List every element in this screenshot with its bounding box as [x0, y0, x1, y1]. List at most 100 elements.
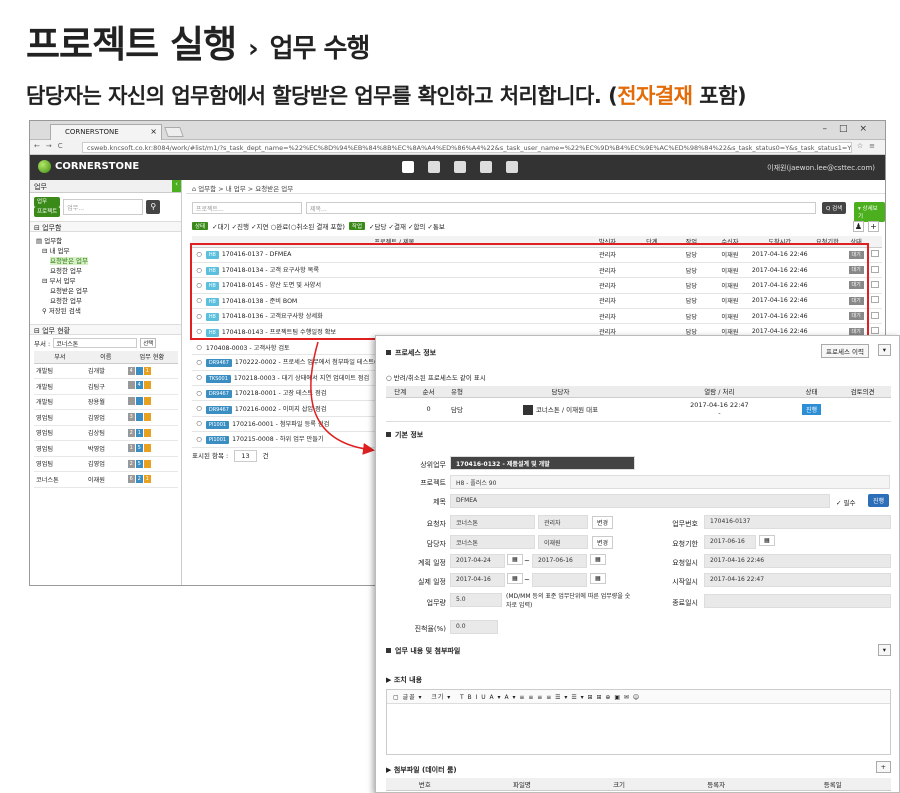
progress-button[interactable]: 진행	[868, 494, 890, 507]
user-icon[interactable]: ♟	[853, 221, 864, 232]
bar-pending[interactable]: 4	[127, 366, 135, 375]
chevron-down-icon[interactable]: ▾	[877, 644, 891, 656]
detail-icon[interactable]	[871, 265, 880, 273]
calendar-icon[interactable]: ▦	[507, 573, 523, 584]
detail-icon[interactable]	[871, 327, 880, 335]
add-icon[interactable]: +	[868, 221, 879, 232]
row-check[interactable]: ○	[192, 400, 206, 417]
window-controls[interactable]: –□×	[822, 124, 879, 134]
calendar-icon[interactable]: ▦	[759, 535, 775, 546]
bar-delayed[interactable]	[143, 396, 151, 405]
font-select[interactable]: 글꼴	[403, 694, 416, 701]
status-row[interactable]: 영업팀 김영업 3	[34, 409, 178, 426]
col-header[interactable]	[868, 236, 882, 248]
title-field[interactable]: DFMEA	[450, 494, 830, 508]
progress-rate-field[interactable]: 0.0	[450, 620, 498, 634]
search-button[interactable]: Q 검색	[822, 202, 847, 214]
bar-progress[interactable]	[135, 366, 143, 375]
bar-pending[interactable]: 3	[127, 413, 135, 422]
new-tab-button[interactable]	[164, 127, 184, 137]
share-icon[interactable]	[454, 161, 466, 173]
bar-pending[interactable]: 2	[127, 459, 135, 468]
actual-start-field[interactable]: 2017-04-16	[450, 573, 505, 587]
tree-item[interactable]: 요청한 업무	[36, 296, 175, 306]
advanced-search-button[interactable]: ▾ 상세보기	[854, 202, 885, 222]
status-row[interactable]: 개발팀 장용월	[34, 394, 178, 410]
status-row[interactable]: 영업팀 김상팀 2 1	[34, 425, 178, 441]
browser-tab[interactable]: CORNERSTONE ×	[50, 124, 162, 140]
bar-pending[interactable]: 1	[127, 444, 135, 453]
bar-pending[interactable]	[127, 396, 135, 405]
bar-progress[interactable]: 5	[135, 444, 143, 453]
tree-item[interactable]: 요청한 업무	[36, 266, 175, 276]
parent-task-field[interactable]: 170416-0132 - 제품설계 및 개발	[450, 456, 635, 470]
deadline-field[interactable]: 2017-06-16	[704, 535, 756, 549]
workload-field[interactable]: 5.0	[450, 593, 502, 607]
chart-icon[interactable]	[480, 161, 492, 173]
row-check[interactable]: ○	[192, 354, 206, 371]
tree-item[interactable]: 요청받은 업무	[36, 286, 175, 296]
editor-toolbar[interactable]: ▢ 글꼴 ▾ 크기 ▾ T B I U A ▾ A ▾ ≡ ≡ ≡ ≡ ☰ ▾ …	[387, 690, 890, 704]
bar-progress[interactable]	[135, 413, 143, 422]
url-field[interactable]: csweb.kncsoft.co.kr:8084/work/#list/m1/?…	[82, 142, 852, 153]
detail-icon[interactable]	[871, 250, 880, 258]
tree-item[interactable]: ▤ 업무함	[36, 236, 175, 246]
assignee-field[interactable]: 코너스톤	[450, 535, 535, 549]
left-search-input[interactable]: 업무...	[63, 199, 144, 215]
tree-item-selected[interactable]: 요청받은 업무	[36, 256, 175, 266]
actual-end-field[interactable]	[532, 573, 587, 587]
change-assignee-button[interactable]: 변경	[592, 536, 614, 549]
search-icon[interactable]: ⚲	[146, 200, 161, 214]
type-checkboxes[interactable]: ✓담당 ✓결재 ✓합의 ✓통보	[369, 221, 445, 231]
calendar-icon[interactable]: ▦	[507, 554, 523, 565]
process-history-button[interactable]: 프로세스 이력	[821, 344, 869, 358]
nav-buttons-icon[interactable]: ←→C	[34, 142, 69, 150]
project-select[interactable]: H8 - 플러스 90	[450, 475, 890, 489]
bar-delayed[interactable]	[143, 413, 151, 422]
row-check[interactable]: ○	[192, 370, 206, 387]
row-check[interactable]: ○	[192, 431, 206, 448]
tree-item[interactable]: ⚲ 저장된 검색	[36, 306, 175, 316]
detail-icon[interactable]	[871, 311, 880, 319]
bar-pending[interactable]: 6	[127, 475, 135, 484]
required-check[interactable]: ✓ 필수	[836, 497, 855, 507]
row-check[interactable]: ○	[192, 385, 206, 402]
bar-progress[interactable]	[135, 396, 143, 405]
bar-delayed[interactable]: 1	[143, 366, 151, 375]
show-cancel-checkbox[interactable]: ○ 반려/취소된 프로세스도 같이 표시	[386, 372, 486, 382]
dept-select-button[interactable]: 선택	[140, 338, 157, 348]
status-row[interactable]: 영업팀 김영업 2 5	[34, 456, 178, 472]
change-requester-button[interactable]: 변경	[592, 516, 614, 529]
plan-start-field[interactable]: 2017-04-24	[450, 554, 505, 568]
status-row[interactable]: 영업팀 박영업 1 5	[34, 440, 178, 457]
process-row[interactable]: 0 담당 코너스톤 / 이재원 대표 2017-04-16 22:47- 진행	[386, 397, 891, 422]
bar-delayed[interactable]	[143, 428, 151, 437]
bookmark-icon[interactable]: ☆≡	[857, 142, 881, 150]
add-attachment-icon[interactable]: +	[875, 761, 891, 773]
size-select[interactable]: 크기	[431, 694, 444, 701]
calendar-icon[interactable]: ▦	[590, 554, 606, 565]
action-editor[interactable]: ▢ 글꼴 ▾ 크기 ▾ T B I U A ▾ A ▾ ≡ ≡ ≡ ≡ ☰ ▾ …	[386, 689, 891, 755]
app-logo[interactable]: CORNERSTONE	[38, 160, 139, 173]
bar-delayed[interactable]	[143, 444, 151, 453]
status-row[interactable]: 개발팀 김개발 4 1	[34, 363, 178, 379]
dept-field[interactable]: 코너스톤	[53, 338, 138, 348]
org-icon[interactable]	[506, 161, 518, 173]
bar-progress[interactable]: 1	[135, 428, 143, 437]
bar-progress[interactable]: 4	[135, 381, 143, 390]
tree-item[interactable]: ⊟ 내 업무	[36, 246, 175, 256]
detail-icon[interactable]	[871, 280, 880, 288]
plan-end-field[interactable]: 2017-06-16	[532, 554, 587, 568]
row-check[interactable]: ○	[192, 339, 206, 356]
task-search-input[interactable]: 제목...	[306, 202, 816, 214]
tree-item[interactable]: ⊟ 부서 업무	[36, 276, 175, 286]
status-checkboxes[interactable]: ✓대기 ✓진행 ✓지연 ○완료(○취소된 결재 포함)	[212, 221, 345, 231]
close-tab-icon[interactable]: ×	[150, 127, 157, 136]
status-row[interactable]: 개발팀 김팀구 4	[34, 378, 178, 395]
calendar-icon[interactable]: ▦	[590, 573, 606, 584]
bar-pending[interactable]	[127, 381, 135, 390]
requester-field[interactable]: 코너스톤	[450, 515, 535, 529]
dashboard-icon[interactable]	[402, 161, 414, 173]
chevron-down-icon[interactable]: ▾	[877, 344, 891, 356]
bar-delayed[interactable]	[143, 459, 151, 468]
